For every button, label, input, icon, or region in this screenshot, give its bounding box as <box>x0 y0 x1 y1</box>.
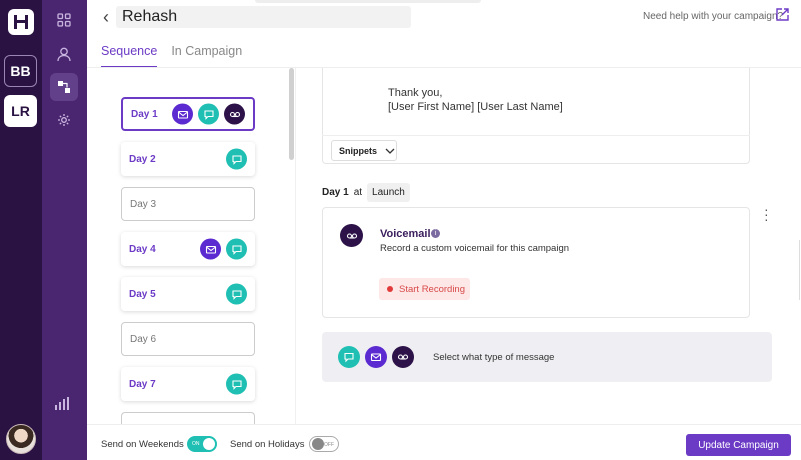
day-item-5[interactable]: Day 5 <box>121 277 255 311</box>
info-icon[interactable]: i <box>431 229 440 238</box>
chevron-down-icon <box>385 146 395 156</box>
logo-icon[interactable] <box>8 9 34 35</box>
message-type-picker: Select what type of message <box>322 332 772 382</box>
workspace-lr[interactable]: LR <box>4 95 37 127</box>
start-recording-label: Start Recording <box>399 283 466 295</box>
email-footer-divider <box>322 135 750 136</box>
email-signoff: Thank you, <box>388 87 443 99</box>
step-day-label: Day 1 <box>322 187 349 198</box>
app-rail: BB LR <box>0 0 42 460</box>
email-signature: [User First Name] [User Last Name] <box>388 101 563 113</box>
add-email-button[interactable] <box>365 346 387 368</box>
voicemail-icon <box>224 103 245 125</box>
day-item-4[interactable]: Day 4 <box>121 232 255 266</box>
holidays-toggle[interactable]: OFF <box>309 436 339 452</box>
tab-in-campaign[interactable]: In Campaign <box>171 44 242 68</box>
day-item-7[interactable]: Day 7 <box>121 367 255 401</box>
footer-bar: Send on Weekends ON Send on Holidays OFF… <box>87 424 801 460</box>
launch-time-select[interactable]: Launch <box>367 183 410 202</box>
chat-icon <box>226 238 247 260</box>
chat-icon <box>198 103 219 125</box>
settings-icon[interactable] <box>50 106 78 134</box>
day-item-8[interactable] <box>121 412 255 424</box>
more-options-icon[interactable]: · · · <box>764 202 769 226</box>
day-label: Day 3 <box>130 198 157 210</box>
day-label: Day 7 <box>129 378 156 390</box>
voicemail-card <box>322 207 750 318</box>
toggle-knob <box>312 438 324 450</box>
snippets-dropdown[interactable]: Snippets <box>331 140 397 161</box>
top-handle <box>255 0 481 3</box>
stats-icon[interactable] <box>54 397 70 416</box>
campaign-name-input[interactable]: Rehash <box>116 6 411 28</box>
chevron-left-icon[interactable]: ‹ <box>103 7 109 28</box>
add-text-button[interactable] <box>338 346 360 368</box>
chat-icon <box>226 373 247 395</box>
chat-icon <box>226 148 247 170</box>
workspace-bb[interactable]: BB <box>4 55 37 87</box>
day-label: Day 1 <box>131 108 158 120</box>
step-schedule: Day 1 at Launch <box>322 183 410 202</box>
user-icon[interactable] <box>50 40 78 68</box>
voicemail-icon <box>340 224 363 247</box>
day-item-6[interactable]: Day 6 <box>121 322 255 356</box>
sequence-icon[interactable] <box>50 73 78 101</box>
tab-sequence[interactable]: Sequence <box>101 44 158 68</box>
day-list-scrollbar[interactable] <box>289 68 294 160</box>
holidays-label: Send on Holidays <box>230 439 305 450</box>
add-voicemail-button[interactable] <box>392 346 414 368</box>
toggle-knob <box>203 438 215 450</box>
day-item-1[interactable]: Day 1 <box>121 97 255 131</box>
snippets-label: Snippets <box>339 145 378 156</box>
record-icon <box>387 286 393 292</box>
edge-divider <box>799 240 800 300</box>
weekends-toggle[interactable]: ON <box>187 436 217 452</box>
grid-icon[interactable] <box>50 6 78 34</box>
start-recording-button[interactable]: Start Recording <box>379 278 470 300</box>
day-label: Day 6 <box>130 333 157 345</box>
email-icon <box>172 103 193 125</box>
avatar[interactable] <box>6 424 36 454</box>
tab-bar: Sequence In Campaign <box>101 44 242 68</box>
day-label: Day 2 <box>129 153 156 165</box>
voicemail-description: Record a custom voicemail for this campa… <box>380 243 570 254</box>
day-item-3[interactable]: Day 3 <box>121 187 255 221</box>
weekends-label: Send on Weekends <box>101 439 184 450</box>
picker-label: Select what type of message <box>433 352 555 363</box>
chat-icon <box>226 283 247 305</box>
main-nav <box>42 0 87 460</box>
list-divider <box>295 68 296 424</box>
weekends-toggle-text: ON <box>192 441 200 447</box>
external-link-icon[interactable] <box>776 8 789 26</box>
day-label: Day 5 <box>129 288 156 300</box>
step-at-label: at <box>353 187 363 198</box>
email-icon <box>200 238 221 260</box>
day-label: Day 4 <box>129 243 156 255</box>
day-item-2[interactable]: Day 2 <box>121 142 255 176</box>
holidays-toggle-text: OFF <box>324 442 334 448</box>
help-link[interactable]: Need help with your campaign? <box>643 11 783 22</box>
voicemail-title: Voicemail <box>380 228 431 240</box>
update-campaign-button[interactable]: Update Campaign <box>686 434 791 456</box>
